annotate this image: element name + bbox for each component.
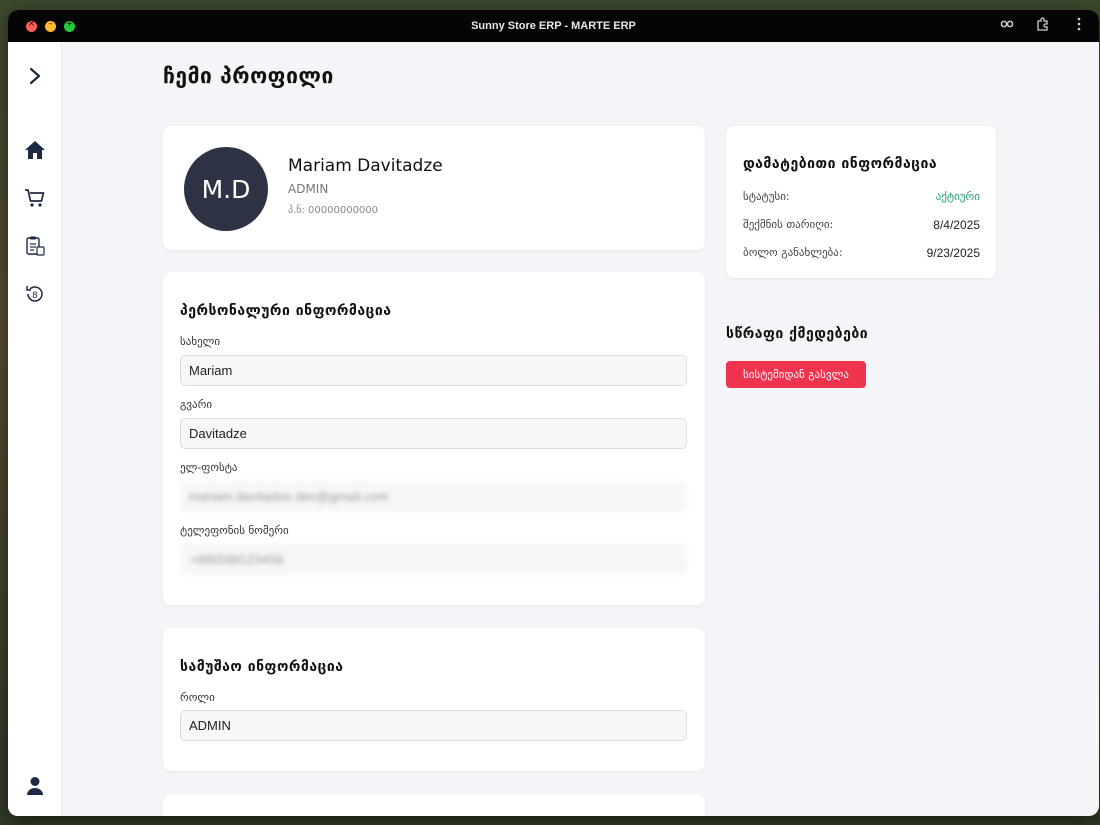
- additional-card-partial: [163, 794, 705, 816]
- clipboard-list-icon: [26, 236, 45, 256]
- svg-text:8: 8: [32, 291, 38, 301]
- close-window-button[interactable]: ×: [26, 19, 37, 32]
- additional-info-card: დამატებითი ინფორმაცია სტატუსი: აქტიური შ…: [726, 126, 996, 278]
- updated-row: ბოლო განახლება: 9/23/2025: [743, 246, 980, 260]
- personal-info-card: პერსონალური ინფორმაცია სახელი Mariam გვა…: [163, 272, 705, 605]
- quick-actions-title: სწრაფი ქმედებები: [726, 326, 869, 342]
- profile-card: M.D Mariam Davitadze ADMIN პ.ნ: 00000000…: [163, 126, 705, 250]
- work-info-title: სამუშაო ინფორმაცია: [180, 659, 344, 675]
- work-info-card: სამუშაო ინფორმაცია როლი ADMIN: [163, 628, 705, 771]
- title-bar: × – + Sunny Store ERP - MARTE ERP: [8, 10, 1099, 42]
- first-name-label: სახელი: [180, 335, 221, 348]
- app-window: × – + Sunny Store ERP - MARTE ERP 8 ჩემი…: [8, 10, 1099, 816]
- logout-button[interactable]: სისტემიდან გასვლა: [726, 361, 866, 388]
- phone-field[interactable]: +995599123456: [180, 544, 687, 575]
- email-label: ელ-ფოსტა: [180, 461, 238, 474]
- window-controls: × – +: [26, 19, 75, 32]
- main-content: ჩემი პროფილი M.D Mariam Davitadze ADMIN …: [62, 42, 1099, 816]
- role-field[interactable]: ADMIN: [180, 710, 687, 741]
- sidebar-item-cart[interactable]: [19, 182, 51, 214]
- updated-value: 9/23/2025: [926, 246, 980, 260]
- minimize-window-button[interactable]: –: [45, 19, 56, 32]
- extension-icon[interactable]: [1035, 17, 1051, 35]
- chevron-right-icon: [29, 67, 41, 85]
- user-icon: [27, 777, 43, 795]
- last-name-field[interactable]: Davitadze: [180, 418, 687, 449]
- sidebar: 8: [8, 42, 62, 816]
- sidebar-item-home[interactable]: [19, 134, 51, 166]
- created-label: შექმნის თარიღი:: [743, 218, 834, 231]
- email-field[interactable]: mariam.davitadze.dev@gmail.com: [180, 481, 687, 512]
- more-menu-icon[interactable]: [1071, 17, 1087, 35]
- status-label: სტატუსი:: [743, 190, 790, 203]
- status-row: სტატუსი: აქტიური: [743, 190, 980, 203]
- updated-label: ბოლო განახლება:: [743, 246, 843, 259]
- avatar: M.D: [184, 147, 268, 231]
- status-badge: აქტიური: [935, 190, 980, 203]
- expand-sidebar-button[interactable]: [19, 60, 51, 92]
- personal-info-title: პერსონალური ინფორმაცია: [180, 303, 392, 319]
- sidebar-item-reports[interactable]: [19, 230, 51, 262]
- maximize-window-button[interactable]: +: [64, 19, 75, 32]
- profile-name: Mariam Davitadze: [288, 156, 443, 176]
- sidebar-item-history[interactable]: 8: [19, 278, 51, 310]
- role-label: როლი: [180, 691, 215, 704]
- first-name-field[interactable]: Mariam: [180, 355, 687, 386]
- additional-info-title: დამატებითი ინფორმაცია: [743, 156, 938, 172]
- key-icon[interactable]: [999, 17, 1015, 35]
- profile-role: ADMIN: [288, 182, 329, 196]
- history-icon: 8: [26, 286, 43, 302]
- last-name-label: გვარი: [180, 398, 213, 411]
- sidebar-item-profile[interactable]: [19, 770, 51, 802]
- profile-id: პ.ნ: 00000000000: [288, 205, 379, 216]
- created-row: შექმნის თარიღი: 8/4/2025: [743, 218, 980, 232]
- titlebar-icons: [999, 17, 1087, 35]
- cart-icon: [25, 189, 45, 207]
- window-title: Sunny Store ERP - MARTE ERP: [471, 20, 636, 32]
- phone-label: ტელეფონის ნომერი: [180, 524, 289, 537]
- page-title: ჩემი პროფილი: [163, 64, 334, 88]
- home-icon: [25, 141, 45, 159]
- created-value: 8/4/2025: [933, 218, 980, 232]
